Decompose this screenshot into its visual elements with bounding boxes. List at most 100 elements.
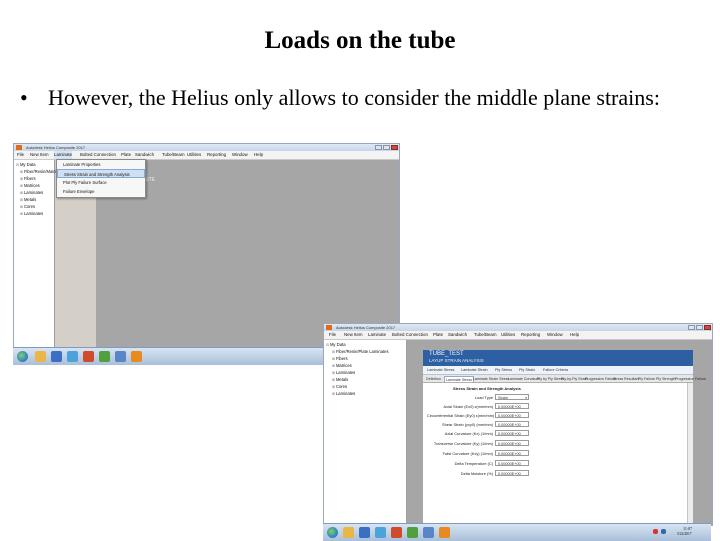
close-icon[interactable]	[704, 325, 711, 330]
tree-item-my-data[interactable]: My Data	[16, 162, 36, 168]
folder-icon[interactable]	[35, 351, 46, 362]
transverse-curvature-field[interactable]: 0.00000E+00	[495, 440, 529, 446]
menu-item-laminate-properties[interactable]: Laminate Properties	[57, 160, 145, 169]
close-icon[interactable]	[391, 145, 398, 150]
menu-window[interactable]: Window	[232, 151, 248, 159]
menu-bolted-connection[interactable]: Bolted Connection	[80, 151, 116, 159]
paint-icon[interactable]	[423, 527, 434, 538]
folder-icon[interactable]	[343, 527, 354, 538]
tree-item-matrices[interactable]: Matrices	[20, 183, 40, 189]
browser-icon[interactable]	[51, 351, 62, 362]
menu-item-plot-ply-failure[interactable]: Plot Ply Failure Surface	[57, 178, 145, 187]
axial-curvature-field[interactable]: 0.00000E+00	[495, 430, 529, 436]
menu-sandwich[interactable]: Sandwich	[135, 151, 154, 159]
menu-bolted-connection[interactable]: Bolted Connection	[392, 331, 428, 339]
menu-new-item[interactable]: New Item	[30, 151, 49, 159]
subtab-laminate-strain[interactable]: Laminate Strain	[461, 367, 488, 373]
form-heading: Stress Strain and Strength Analysis	[453, 386, 521, 391]
screenshot-helius-analysis: Autodesk Helius Composite 2017 File New …	[323, 323, 713, 526]
app-icon	[16, 145, 22, 150]
tree-item-laminates-2[interactable]: Laminates	[332, 391, 355, 397]
tab-laminate-stress[interactable]: Laminate Stress	[444, 376, 474, 382]
subtab-ply-stress[interactable]: Ply Stress	[495, 367, 512, 373]
menu-laminate[interactable]: Laminate	[368, 331, 386, 339]
browser-icon[interactable]	[359, 527, 370, 538]
chrome-icon[interactable]	[99, 351, 110, 362]
tree-item-laminates-2[interactable]: Laminates	[20, 211, 43, 217]
chrome-icon[interactable]	[407, 527, 418, 538]
menu-tube-beam[interactable]: Tube/Beam	[162, 151, 185, 159]
explorer-icon[interactable]	[375, 527, 386, 538]
menu-plate[interactable]: Plate	[121, 151, 131, 159]
tab-progressive-failure-2[interactable]: Progressive Failure	[674, 376, 707, 382]
explorer-icon[interactable]	[67, 351, 78, 362]
maximize-icon[interactable]	[696, 325, 703, 330]
twist-curvature-field[interactable]: 0.00000E+00	[495, 450, 529, 456]
tree-item-laminates[interactable]: Laminates	[332, 370, 355, 376]
clock-time[interactable]: 11:07	[683, 526, 692, 531]
paint-icon[interactable]	[115, 351, 126, 362]
tree-item-fiber-resin[interactable]: Fiber/Resin/Matrix	[20, 169, 58, 175]
tree-item-fibers[interactable]: Fibers	[332, 356, 348, 362]
menu-utilities[interactable]: Utilities	[187, 151, 201, 159]
tree-item-fibers[interactable]: Fibers	[20, 176, 36, 182]
bullet-text: However, the Helius only allows to consi…	[48, 85, 660, 110]
office-icon[interactable]	[83, 351, 94, 362]
menu-plate[interactable]: Plate	[433, 331, 443, 339]
menu-sandwich[interactable]: Sandwich	[448, 331, 467, 339]
menu-item-stress-strain-analysis[interactable]: Stress Strain and Strength Analysis	[57, 169, 145, 178]
menu-file[interactable]: File	[17, 151, 24, 159]
tree-item-metals[interactable]: Metals	[20, 197, 36, 203]
tree-item-metals[interactable]: Metals	[332, 377, 348, 383]
network-icon[interactable]	[661, 529, 666, 534]
subtab-ply-strain[interactable]: Ply Strain	[519, 367, 535, 373]
menu-laminate[interactable]: Laminate	[54, 151, 73, 159]
tree-item-laminates[interactable]: Laminates	[20, 190, 43, 196]
project-tree: My Data Fiber/Resin/Matrix Fibers Matric…	[14, 160, 58, 349]
tab-ply-failure[interactable]: Ply Failure	[637, 376, 656, 382]
app-icon-2	[326, 325, 332, 330]
axial-strain-field[interactable]: 0.00000E+00	[495, 403, 529, 409]
form-label-delta-moisture: Delta Moisture (%)	[460, 471, 493, 476]
delta-temperature-field[interactable]: 0.00000E+00	[495, 460, 529, 466]
menu-help[interactable]: Help	[254, 151, 263, 159]
tab-definition[interactable]: Definition	[425, 376, 442, 382]
minimize-icon[interactable]	[688, 325, 695, 330]
window-titlebar-2: Autodesk Helius Composite 2017	[324, 324, 712, 331]
menu-reporting[interactable]: Reporting	[521, 331, 540, 339]
helius-app-icon[interactable]	[131, 351, 142, 362]
clock-date[interactable]: 5/22/2017	[677, 532, 692, 537]
maximize-icon[interactable]	[383, 145, 390, 150]
notification-icon[interactable]	[653, 529, 658, 534]
subtab-failure-criteria[interactable]: Failure Criteria	[543, 367, 568, 373]
load-type-select[interactable]: Strain ▾	[495, 394, 529, 400]
tree-item-cores[interactable]: Cores	[20, 204, 35, 210]
menu-utilities[interactable]: Utilities	[501, 331, 515, 339]
panel-scrollbar[interactable]	[687, 383, 693, 525]
tree-item-my-data[interactable]: My Data	[326, 342, 346, 348]
helius-app-icon[interactable]	[439, 527, 450, 538]
subtab-laminate-stress[interactable]: Laminate Stress	[427, 367, 454, 373]
circumferential-strain-field[interactable]: 0.00000E+00	[495, 412, 529, 418]
office-icon[interactable]	[391, 527, 402, 538]
tab-laminate-strain-stress[interactable]: Laminate Strain Stress	[472, 376, 510, 382]
shear-strain-field[interactable]: 0.00000E+00	[495, 421, 529, 427]
delta-moisture-field[interactable]: 0.00000E+00	[495, 470, 529, 476]
project-tree-2: My Data Fiber/Resin/Plate Laminates Fibe…	[324, 340, 407, 525]
menu-help[interactable]: Help	[570, 331, 579, 339]
tree-item-matrices[interactable]: Matrices	[332, 363, 352, 369]
menu-item-failure-envelope[interactable]: Failure Envelope	[57, 187, 145, 196]
start-button-icon[interactable]	[327, 527, 338, 538]
panel-subtitle: LAYUP STRAIN ANALYSIS	[429, 358, 484, 363]
chevron-down-icon: ▾	[525, 396, 527, 400]
minimize-icon[interactable]	[375, 145, 382, 150]
menu-new-item[interactable]: New Item	[344, 331, 363, 339]
menu-tube-beam[interactable]: Tube/Beam	[474, 331, 497, 339]
tree-item-fiber-resin[interactable]: Fiber/Resin/Plate Laminates	[332, 349, 389, 355]
start-button-icon[interactable]	[17, 351, 28, 362]
laminate-dropdown-menu: Laminate Properties Stress Strain and St…	[56, 159, 146, 198]
menu-reporting[interactable]: Reporting	[207, 151, 226, 159]
tree-item-cores[interactable]: Cores	[332, 384, 347, 390]
menu-window[interactable]: Window	[547, 331, 563, 339]
menu-file[interactable]: File	[329, 331, 336, 339]
